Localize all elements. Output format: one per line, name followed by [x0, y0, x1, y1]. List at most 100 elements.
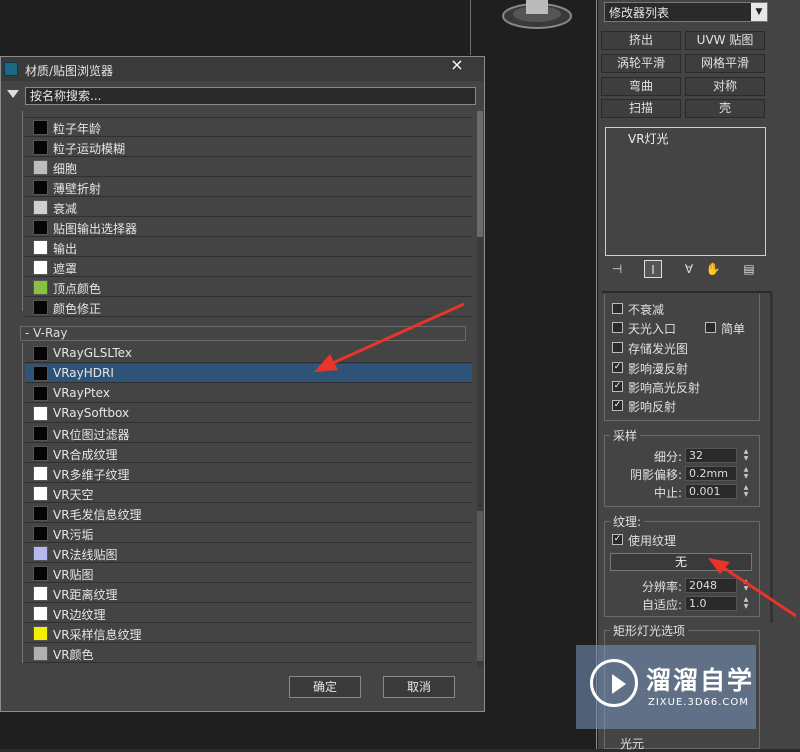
store-irradiance-checkbox[interactable]: [612, 342, 623, 353]
list-item[interactable]: [25, 111, 472, 118]
dialog-titlebar[interactable]: 材质/贴图浏览器 ×: [1, 57, 484, 81]
no-decay-checkbox[interactable]: [612, 303, 623, 314]
modifier-button[interactable]: 网格平滑: [685, 54, 765, 73]
cutoff-spinner-arrows[interactable]: ▲ ▼: [741, 484, 751, 499]
dialog-title: 材质/贴图浏览器: [25, 64, 114, 78]
list-item[interactable]: VR边纹理: [25, 604, 472, 623]
modifier-button[interactable]: 对称: [685, 77, 765, 96]
search-row: 按名称搜索...: [5, 87, 476, 105]
list-item[interactable]: VRaySoftbox: [25, 404, 472, 423]
shadow-bias-spinner[interactable]: 0.2mm: [685, 466, 737, 481]
map-swatch-icon: [33, 180, 48, 195]
affect-reflections-checkbox[interactable]: ✓: [612, 400, 623, 411]
map-swatch-icon: [33, 466, 48, 481]
configure-sets-icon[interactable]: ▤: [740, 260, 758, 278]
pin-stack-icon[interactable]: ⊣: [608, 260, 626, 278]
list-item-label: 粒子年龄: [53, 122, 102, 136]
modifier-button[interactable]: 壳: [685, 99, 765, 118]
modifier-button[interactable]: 扫描: [601, 99, 681, 118]
stack-item-vrlight[interactable]: VR灯光: [608, 130, 669, 147]
modifier-button[interactable]: UVW 贴图: [685, 31, 765, 50]
list-item[interactable]: 粒子运动模糊: [25, 138, 472, 157]
list-item[interactable]: VR颜色: [25, 644, 472, 663]
scrollbar-thumb[interactable]: [477, 111, 483, 237]
map-swatch-icon: [33, 220, 48, 235]
affect-specular-label: 影响高光反射: [628, 381, 701, 395]
list-item-label: 顶点颜色: [53, 282, 102, 296]
list-item[interactable]: VR毛发信息纹理: [25, 504, 472, 523]
bottom-partial-label: 光元: [620, 737, 645, 751]
stack-toolbar: ⊣ I ∀ ✋ ▤: [604, 258, 766, 282]
map-swatch-icon: [33, 606, 48, 621]
list-item-label: VR颜色: [53, 648, 94, 662]
store-irradiance-label: 存储发光图: [628, 342, 689, 356]
close-icon[interactable]: ×: [449, 57, 465, 73]
list-item[interactable]: VR合成纹理: [25, 444, 472, 463]
cutoff-spinner[interactable]: 0.001: [685, 484, 737, 499]
no-decay-label: 不衰减: [628, 303, 665, 317]
map-swatch-icon: [33, 240, 48, 255]
shadow-bias-spinner-arrows[interactable]: ▲ ▼: [741, 466, 751, 481]
list-item[interactable]: VR贴图: [25, 564, 472, 583]
list-item-label: VR边纹理: [53, 608, 106, 622]
use-texture-label: 使用纹理: [628, 534, 677, 548]
scrollbar-track-lower[interactable]: [477, 511, 483, 661]
tree-line: [22, 111, 23, 311]
list-item[interactable]: 衰减: [25, 198, 472, 217]
search-options-icon[interactable]: [7, 90, 19, 98]
use-texture-checkbox[interactable]: ✓: [612, 534, 623, 545]
chevron-down-icon[interactable]: ▼: [751, 3, 767, 21]
make-unique-icon[interactable]: ∀: [680, 260, 698, 278]
subdivs-spinner[interactable]: 32: [685, 448, 737, 463]
annotation-arrow-icon: [708, 558, 797, 618]
map-swatch-icon: [33, 506, 48, 521]
list-item-label: 遮罩: [53, 262, 78, 276]
watermark-text: 溜溜自学: [646, 666, 755, 695]
sampling-title: 采样: [610, 427, 641, 444]
modifier-button[interactable]: 挤出: [601, 31, 681, 50]
affect-specular-checkbox[interactable]: ✓: [612, 381, 623, 392]
list-item[interactable]: 遮罩: [25, 258, 472, 277]
list-item[interactable]: VR天空: [25, 484, 472, 503]
affect-diffuse-checkbox[interactable]: ✓: [612, 362, 623, 373]
show-end-result-icon[interactable]: I: [644, 260, 662, 278]
list-item-label: VRayHDRI: [53, 366, 114, 380]
list-item[interactable]: 输出: [25, 238, 472, 257]
remove-modifier-icon[interactable]: ✋: [704, 260, 722, 278]
list-item[interactable]: VR多维子纹理: [25, 464, 472, 483]
list-item[interactable]: 贴图输出选择器: [25, 218, 472, 237]
modifier-list-dropdown[interactable]: 修改器列表 ▼: [604, 2, 768, 22]
list-item[interactable]: VR法线贴图: [25, 544, 472, 563]
list-scrollbar[interactable]: [477, 111, 483, 667]
map-swatch-icon: [33, 260, 48, 275]
map-swatch-icon: [33, 366, 48, 381]
modifier-button[interactable]: 弯曲: [601, 77, 681, 96]
ok-button[interactable]: 确定: [289, 676, 361, 698]
list-item[interactable]: 粒子年龄: [25, 118, 472, 137]
subdivs-spinner-arrows[interactable]: ▲ ▼: [741, 448, 751, 463]
list-item[interactable]: 顶点颜色: [25, 278, 472, 297]
simple-checkbox[interactable]: [705, 322, 716, 333]
list-item-label: VR天空: [53, 488, 94, 502]
list-item-label: VR污垢: [53, 528, 94, 542]
watermark-url: ZIXUE.3D66.COM: [648, 697, 749, 708]
list-item[interactable]: VR污垢: [25, 524, 472, 543]
modifier-stack[interactable]: VR灯光: [605, 127, 766, 256]
list-item-label: VRaySoftbox: [53, 406, 130, 420]
viewport-divider: [470, 0, 471, 55]
map-list: - V-Ray 粒子年龄 粒子运动模糊 细胞 薄壁折射 衰减 贴图输出选择器 输出 遮罩 顶点颜…: [5, 111, 480, 667]
skylight-portal-checkbox[interactable]: [612, 322, 623, 333]
list-item[interactable]: VRayPtex: [25, 384, 472, 403]
map-swatch-icon: [33, 140, 48, 155]
list-item[interactable]: 细胞: [25, 158, 472, 177]
list-item[interactable]: VR位图过滤器: [25, 424, 472, 443]
adaptive-label: 自适应:: [641, 598, 682, 612]
modifier-button[interactable]: 涡轮平滑: [601, 54, 681, 73]
search-input[interactable]: 按名称搜索...: [25, 87, 476, 105]
list-item-label: VRayPtex: [53, 386, 110, 400]
list-item[interactable]: VR距离纹理: [25, 584, 472, 603]
list-item[interactable]: VR采样信息纹理: [25, 624, 472, 643]
list-item[interactable]: 薄壁折射: [25, 178, 472, 197]
cancel-button[interactable]: 取消: [383, 676, 455, 698]
light-object-icon[interactable]: [500, 0, 574, 30]
